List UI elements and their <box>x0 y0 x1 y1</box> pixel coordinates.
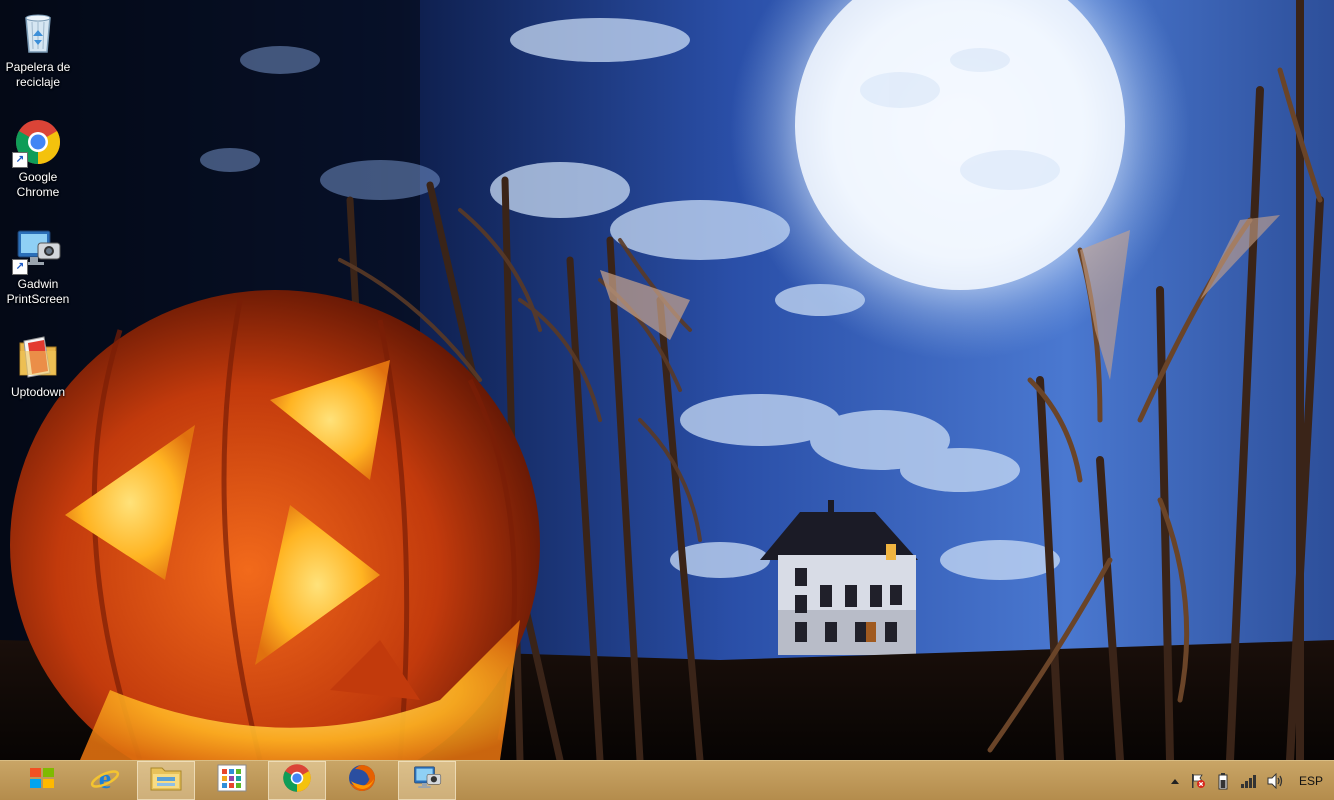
taskbar-internet-explorer[interactable]: e <box>76 761 134 800</box>
desktop-icon-label: Papelera de reciclaje <box>5 60 71 89</box>
network-signal-icon[interactable] <box>1236 761 1262 800</box>
desktop-icon-gadwin-printscreen[interactable]: ↗ Gadwin PrintScreen <box>0 225 76 307</box>
taskbar-gadwin-printscreen[interactable] <box>398 761 456 800</box>
desktop-icon-recycle-bin[interactable]: Papelera de reciclaje <box>0 8 76 90</box>
taskbar-file-explorer[interactable] <box>137 761 195 800</box>
input-language-indicator[interactable]: ESP <box>1288 761 1334 800</box>
taskbar-firefox[interactable] <box>333 761 391 800</box>
gadwin-printscreen-icon <box>411 763 443 798</box>
shortcut-arrow-icon: ↗ <box>12 152 28 168</box>
recycle-bin-icon <box>14 8 62 56</box>
internet-explorer-icon: e <box>90 763 120 798</box>
power-icon[interactable] <box>1210 761 1236 800</box>
taskbar: e ESP <box>0 760 1334 800</box>
file-explorer-icon <box>149 764 183 797</box>
svg-text:e: e <box>99 764 111 793</box>
gadwin-printscreen-icon: ↗ <box>12 225 62 275</box>
action-center-flag-icon[interactable] <box>1186 761 1210 800</box>
shortcut-arrow-icon: ↗ <box>12 259 28 275</box>
desktop-wallpaper <box>0 0 1334 760</box>
desktop-icon-label: Uptodown <box>10 385 66 399</box>
desktop-icon-uptodown[interactable]: Uptodown <box>0 333 76 400</box>
firefox-icon <box>347 763 377 798</box>
desktop-icon-label: Google Chrome <box>16 170 60 199</box>
windows-logo-icon <box>29 767 55 794</box>
taskbar-start-screen[interactable] <box>203 761 261 800</box>
uptodown-icon <box>14 333 62 381</box>
volume-icon[interactable] <box>1262 761 1288 800</box>
desktop-icon-label: Gadwin PrintScreen <box>6 277 70 306</box>
show-hidden-icons-arrow[interactable] <box>1164 761 1186 800</box>
start-screen-icon <box>217 764 247 797</box>
system-tray: ESP <box>1164 761 1334 800</box>
taskbar-google-chrome[interactable] <box>268 761 326 800</box>
desktop-icon-google-chrome[interactable]: ↗ Google Chrome <box>0 118 76 200</box>
chrome-icon: ↗ <box>12 118 62 168</box>
start-button[interactable] <box>12 761 72 800</box>
chrome-icon <box>282 763 312 798</box>
